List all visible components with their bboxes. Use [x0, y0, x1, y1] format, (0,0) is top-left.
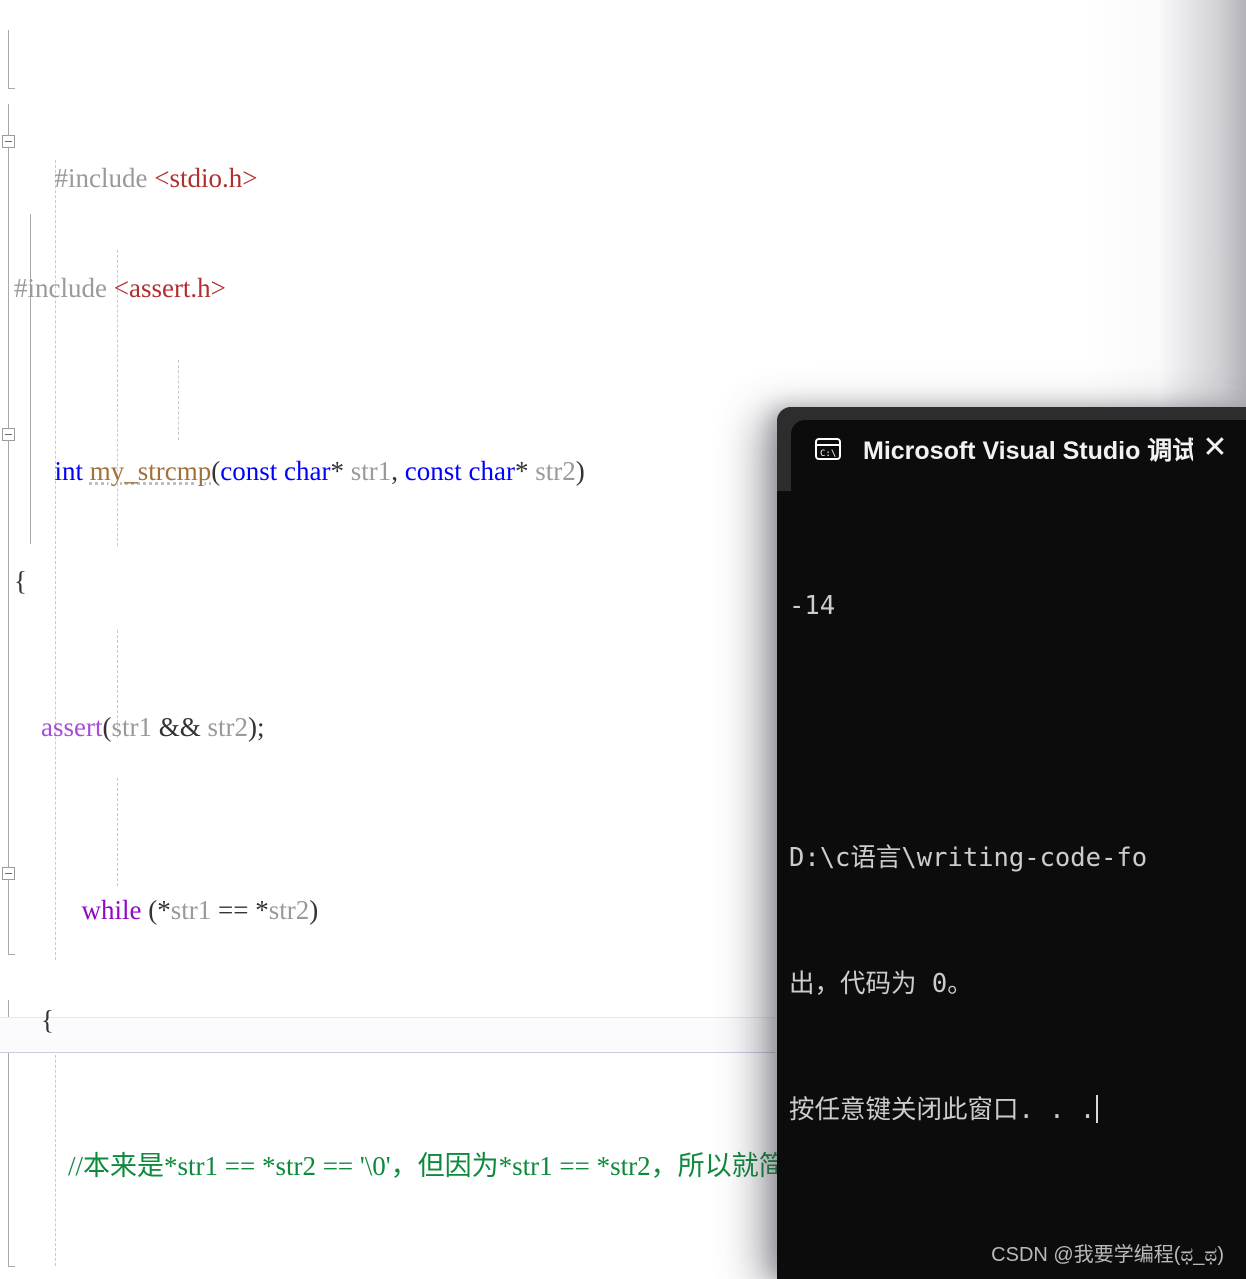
- console-line: -14: [789, 591, 836, 621]
- outline-collapse-icon[interactable]: [2, 134, 15, 148]
- text-caret: [1096, 1095, 1099, 1123]
- code-line[interactable]: #include <stdio.h>: [0, 124, 1246, 193]
- command-prompt-icon: C:\: [811, 432, 845, 466]
- outline-collapse-icon[interactable]: [2, 866, 15, 880]
- console-line: 出，代码为 0。: [789, 969, 973, 999]
- console-line-with-caret: 按任意键关闭此窗口. . .: [789, 1089, 1246, 1131]
- console-output[interactable]: -14 D:\c语言\writing-code-fo 出，代码为 0。 按任意键…: [777, 491, 1246, 1279]
- svg-text:C:\: C:\: [820, 449, 836, 459]
- outline-collapse-icon[interactable]: [2, 427, 15, 441]
- debug-console-window[interactable]: C:\ Microsoft Visual Studio 调试控 ✕ -14 D:…: [777, 407, 1246, 1279]
- close-icon[interactable]: ✕: [1198, 433, 1232, 467]
- console-window-title: Microsoft Visual Studio 调试控: [863, 437, 1193, 465]
- csdn-watermark: CSDN @我要学编程(ಥ_ಥ): [991, 1244, 1224, 1266]
- code-line[interactable]: #include <assert.h>: [0, 270, 1246, 307]
- console-titlebar[interactable]: C:\ Microsoft Visual Studio 调试控 ✕: [777, 407, 1246, 511]
- console-line: D:\c语言\writing-code-fo: [789, 843, 1148, 873]
- console-line-text: 按任意键关闭此窗口. . .: [789, 1095, 1096, 1125]
